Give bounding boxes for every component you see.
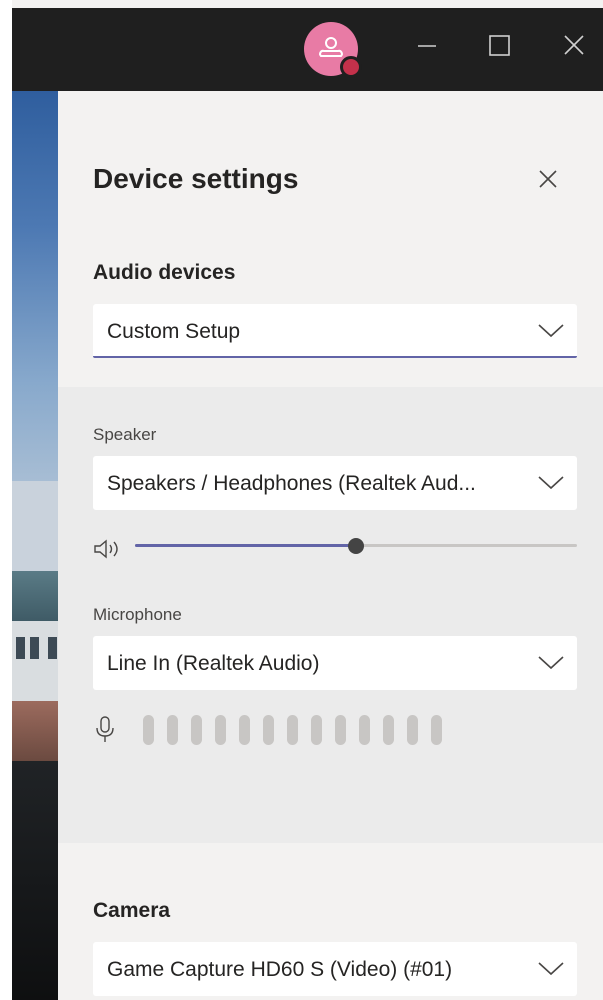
chevron-down-icon (538, 656, 564, 670)
microphone-level-meter (143, 715, 442, 745)
window-edge (0, 0, 12, 1000)
mic-level-bar (263, 715, 274, 745)
maximize-button[interactable] (485, 30, 515, 60)
camera-label: Camera (93, 899, 171, 922)
microphone-dropdown[interactable]: Line In (Realtek Audio) (93, 636, 577, 690)
camera-value: Game Capture HD60 S (Video) (#01) (107, 958, 453, 981)
mic-level-bar (383, 715, 394, 745)
mic-level-bar (359, 715, 370, 745)
chevron-down-icon (538, 476, 564, 490)
mic-level-bar (167, 715, 178, 745)
panel-title: Device settings (93, 163, 299, 194)
maximize-icon (489, 35, 510, 56)
slider-thumb[interactable] (348, 538, 364, 554)
slider-fill (135, 544, 356, 547)
person-icon (319, 37, 343, 57)
device-settings-panel: Device settings Audio devices Custom Set… (58, 91, 603, 1000)
mic-level-bar (239, 715, 250, 745)
chevron-down-icon (538, 324, 564, 338)
audio-devices-label: Audio devices (93, 261, 236, 284)
speaker-volume-icon (94, 539, 118, 559)
chevron-down-icon (538, 962, 564, 976)
mic-level-bar (287, 715, 298, 745)
microphone-value: Line In (Realtek Audio) (107, 652, 320, 675)
mic-level-bar (215, 715, 226, 745)
close-panel-button[interactable] (536, 167, 560, 191)
mic-level-bar (431, 715, 442, 745)
speaker-volume-slider[interactable] (135, 537, 577, 555)
speaker-dropdown[interactable]: Speakers / Headphones (Realtek Aud... (93, 456, 577, 510)
video-preview (12, 91, 58, 1000)
speaker-value: Speakers / Headphones (Realtek Aud... (107, 472, 476, 495)
mic-level-bar (407, 715, 418, 745)
audio-devices-value: Custom Setup (107, 320, 241, 343)
camera-dropdown[interactable]: Game Capture HD60 S (Video) (#01) (93, 942, 577, 996)
close-icon (539, 170, 557, 188)
minimize-button[interactable] (412, 30, 442, 60)
microphone-label: Microphone (93, 605, 182, 624)
mic-level-bar (143, 715, 154, 745)
speaker-label: Speaker (93, 425, 157, 444)
audio-devices-dropdown[interactable]: Custom Setup (93, 304, 577, 358)
window-close-button[interactable] (559, 30, 589, 60)
close-icon (564, 35, 584, 55)
mic-level-bar (335, 715, 346, 745)
mic-level-bar (311, 715, 322, 745)
presence-badge (340, 56, 362, 78)
minimize-icon (418, 45, 436, 47)
mic-level-bar (191, 715, 202, 745)
microphone-icon (96, 716, 114, 742)
